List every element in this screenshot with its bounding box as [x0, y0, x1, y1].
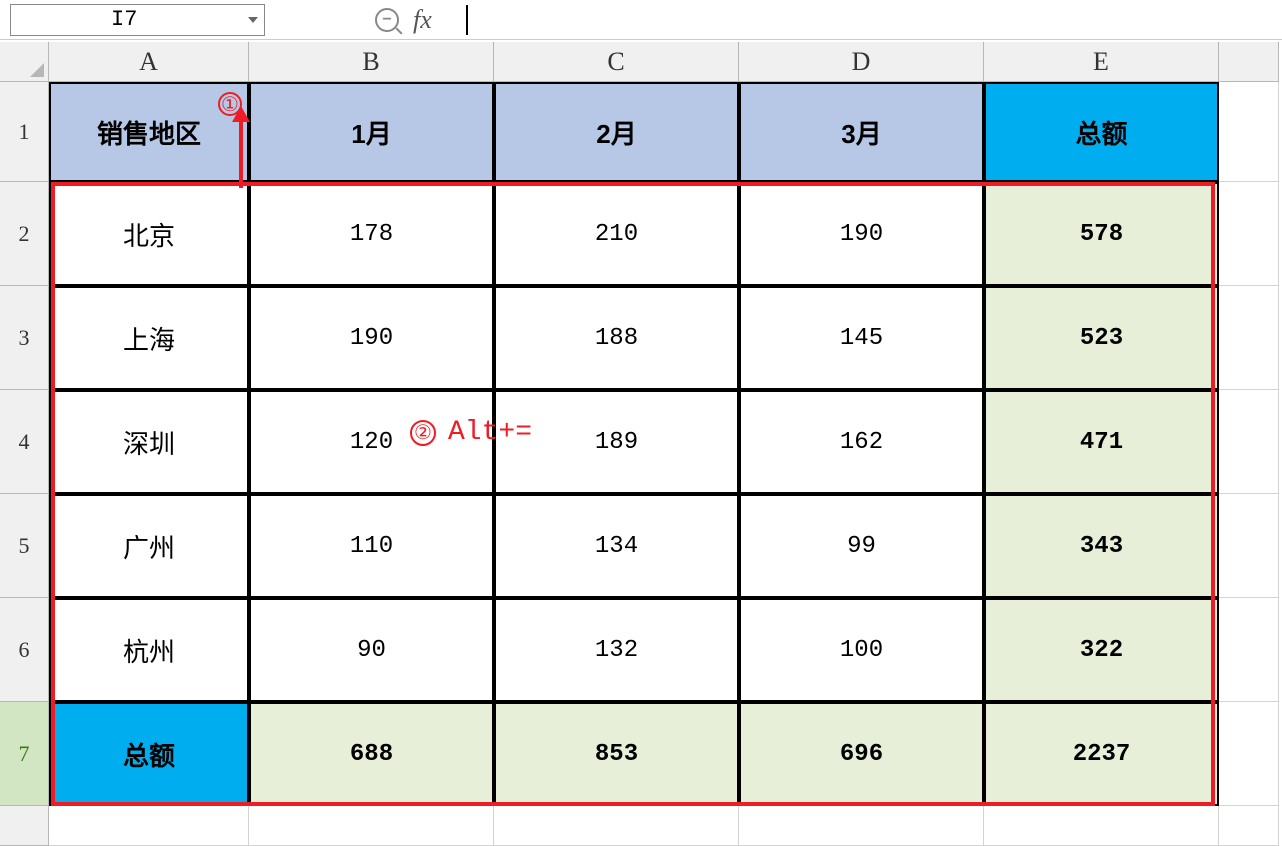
col-header-B[interactable]: B [249, 42, 494, 82]
empty-cell[interactable] [1219, 702, 1279, 806]
cell-rowtotal[interactable]: 578 [984, 182, 1219, 286]
cell-data[interactable]: 145 [739, 286, 984, 390]
table-row: 杭州 90 132 100 322 [49, 598, 1279, 702]
cell-data[interactable]: 100 [739, 598, 984, 702]
select-all-corner[interactable] [0, 42, 49, 82]
table-row: 深圳 120 189 162 471 [49, 390, 1279, 494]
cell-grandtotal[interactable]: 2237 [984, 702, 1219, 806]
zoom-out-icon[interactable]: − [375, 8, 399, 32]
empty-cell[interactable] [1219, 182, 1279, 286]
col-header-E[interactable]: E [984, 42, 1219, 82]
empty-cell[interactable] [1219, 82, 1279, 182]
cell-data[interactable]: 99 [739, 494, 984, 598]
row-header-2[interactable]: 2 [0, 182, 49, 286]
name-box-value: I7 [111, 7, 137, 32]
empty-cell[interactable] [1219, 806, 1279, 846]
table-row: 广州 110 134 99 343 [49, 494, 1279, 598]
col-header-D[interactable]: D [739, 42, 984, 82]
formula-input-cursor[interactable] [466, 5, 468, 35]
col-header-F[interactable] [1219, 42, 1279, 82]
cell-data[interactable]: 162 [739, 390, 984, 494]
fx-area: − fx [375, 5, 468, 35]
name-box[interactable]: I7 [10, 4, 265, 36]
column-headers: A B C D E [49, 42, 1279, 82]
cell-rowtotal[interactable]: 471 [984, 390, 1219, 494]
cell-data[interactable]: 210 [494, 182, 739, 286]
cell-data[interactable]: 110 [249, 494, 494, 598]
cell-region[interactable]: 北京 [49, 182, 249, 286]
cell-coltotal[interactable]: 696 [739, 702, 984, 806]
header-m3[interactable]: 3月 [739, 82, 984, 182]
table-row: 北京 178 210 190 578 [49, 182, 1279, 286]
cell-coltotal[interactable]: 853 [494, 702, 739, 806]
table-row: 上海 190 188 145 523 [49, 286, 1279, 390]
empty-cell[interactable] [49, 806, 249, 846]
row-header-1[interactable]: 1 [0, 82, 49, 182]
cell-grid: 销售地区 1月 2月 3月 总额 北京 178 210 190 578 上海 1… [49, 82, 1279, 846]
annotation-step2: ② Alt+= [410, 417, 532, 448]
empty-cell[interactable] [1219, 390, 1279, 494]
empty-cell[interactable] [494, 806, 739, 846]
header-m2[interactable]: 2月 [494, 82, 739, 182]
fx-label[interactable]: fx [413, 5, 432, 35]
totals-label[interactable]: 总额 [49, 702, 249, 806]
cell-data[interactable]: 190 [249, 286, 494, 390]
empty-cell[interactable] [739, 806, 984, 846]
table-row [49, 806, 1279, 846]
formula-bar: I7 − fx [0, 0, 1282, 40]
cell-region[interactable]: 杭州 [49, 598, 249, 702]
empty-cell[interactable] [984, 806, 1219, 846]
cell-coltotal[interactable]: 688 [249, 702, 494, 806]
row-header-4[interactable]: 4 [0, 390, 49, 494]
row-header-8[interactable] [0, 806, 49, 846]
empty-cell[interactable] [249, 806, 494, 846]
cell-data[interactable]: 132 [494, 598, 739, 702]
header-total[interactable]: 总额 [984, 82, 1219, 182]
cell-data[interactable]: 190 [739, 182, 984, 286]
cell-rowtotal[interactable]: 523 [984, 286, 1219, 390]
cell-rowtotal[interactable]: 322 [984, 598, 1219, 702]
annotation-step2-icon: ② [410, 420, 436, 446]
col-header-A[interactable]: A [49, 42, 249, 82]
header-m1[interactable]: 1月 [249, 82, 494, 182]
annotation-step2-text: Alt+= [448, 417, 532, 448]
row-header-5[interactable]: 5 [0, 494, 49, 598]
empty-cell[interactable] [1219, 494, 1279, 598]
chevron-down-icon[interactable] [248, 17, 258, 23]
table-row: 总额 688 853 696 2237 [49, 702, 1279, 806]
row-header-7[interactable]: 7 [0, 702, 49, 806]
cell-data[interactable]: 188 [494, 286, 739, 390]
row-header-3[interactable]: 3 [0, 286, 49, 390]
cell-rowtotal[interactable]: 343 [984, 494, 1219, 598]
empty-cell[interactable] [1219, 286, 1279, 390]
cell-data[interactable]: 90 [249, 598, 494, 702]
cell-region[interactable]: 深圳 [49, 390, 249, 494]
row-header-6[interactable]: 6 [0, 598, 49, 702]
arrow-icon [239, 120, 243, 188]
cell-data[interactable]: 178 [249, 182, 494, 286]
cell-region[interactable]: 广州 [49, 494, 249, 598]
empty-cell[interactable] [1219, 598, 1279, 702]
cell-data[interactable]: 134 [494, 494, 739, 598]
cell-region[interactable]: 上海 [49, 286, 249, 390]
row-headers: 1 2 3 4 5 6 7 [0, 82, 49, 846]
col-header-C[interactable]: C [494, 42, 739, 82]
